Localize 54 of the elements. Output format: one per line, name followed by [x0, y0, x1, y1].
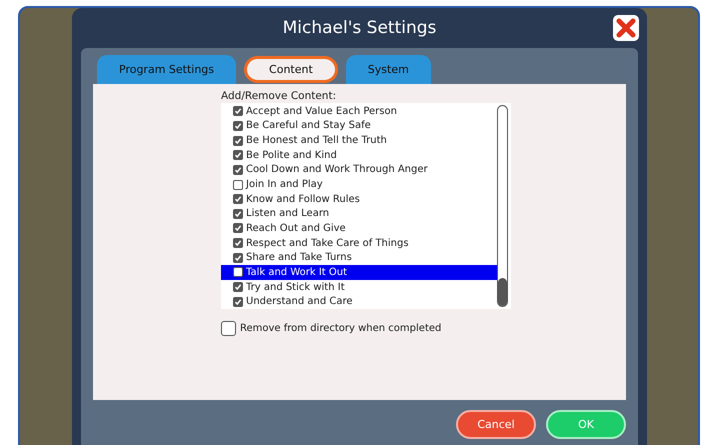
item-label: Be Careful and Stay Safe	[246, 120, 371, 132]
item-label: Try and Stick with It	[246, 282, 345, 292]
item-label: Understand and Care	[246, 296, 353, 308]
checkbox[interactable]	[233, 120, 243, 131]
checkbox[interactable]	[233, 164, 243, 175]
item-label: Be Polite and Kind	[246, 150, 337, 161]
list-item[interactable]: Respect and Take Care of Things	[221, 236, 497, 250]
scrollbar[interactable]	[497, 105, 508, 307]
checkbox[interactable]	[233, 180, 243, 190]
scroll-thumb[interactable]	[498, 278, 507, 306]
list-item[interactable]: Reach Out and Give	[221, 221, 497, 236]
checkbox[interactable]	[233, 208, 243, 219]
checkbox[interactable]	[221, 321, 236, 336]
checkbox[interactable]	[233, 267, 243, 278]
tab[interactable]: Content	[244, 56, 338, 83]
item-label: Talk and Work It Out	[246, 266, 348, 278]
list-item[interactable]: Cool Down and Work Through Anger	[221, 162, 497, 178]
close-button[interactable]	[613, 15, 639, 41]
window-title: Michael's Settings	[282, 18, 436, 38]
list-item[interactable]: Understand and Care	[221, 294, 497, 309]
checkbox[interactable]	[233, 150, 243, 160]
item-label: Listen and Learn	[246, 208, 330, 220]
item-label: Know and Follow Rules	[246, 194, 360, 205]
item-label: Respect and Take Care of Things	[246, 238, 409, 249]
checkbox[interactable]	[233, 223, 243, 234]
close-icon	[616, 18, 636, 38]
list-item[interactable]: Try and Stick with It	[221, 280, 497, 294]
checkbox[interactable]	[233, 252, 243, 263]
list-item[interactable]: Accept and Value Each Person	[221, 104, 497, 119]
item-label: Be Honest and Tell the Truth	[246, 135, 387, 146]
item-label: Share and Take Turns	[246, 252, 352, 264]
tab[interactable]: System	[346, 55, 431, 84]
list-item[interactable]: Share and Take Turns	[221, 250, 497, 266]
checkbox[interactable]	[233, 194, 243, 204]
checkbox[interactable]	[233, 296, 243, 307]
list-item[interactable]: Know and Follow Rules	[221, 192, 497, 206]
checkbox[interactable]	[233, 282, 243, 292]
list-item[interactable]: Be Careful and Stay Safe	[221, 118, 497, 134]
item-label: Accept and Value Each Person	[246, 106, 397, 117]
checkbox[interactable]	[233, 238, 243, 248]
list-item[interactable]: Be Polite and Kind	[221, 148, 497, 163]
tab[interactable]: Program Settings	[97, 55, 236, 84]
checkbox[interactable]	[233, 136, 243, 146]
list-heading: Add/Remove Content:	[221, 90, 338, 102]
list-item[interactable]: Listen and Learn	[221, 206, 497, 222]
list-item[interactable]: Join In and Play	[221, 177, 497, 192]
item-label: Reach Out and Give	[246, 222, 346, 234]
checkbox[interactable]	[233, 106, 243, 116]
list-item[interactable]: Talk and Work It Out	[221, 265, 497, 280]
item-label: Join In and Play	[246, 179, 323, 190]
cancel-button[interactable]: Cancel	[456, 410, 536, 439]
item-label: Cool Down and Work Through Anger	[246, 164, 428, 176]
checkbox-label: Remove from directory when completed	[240, 323, 442, 334]
list-item[interactable]: Be Honest and Tell the Truth	[221, 133, 497, 148]
